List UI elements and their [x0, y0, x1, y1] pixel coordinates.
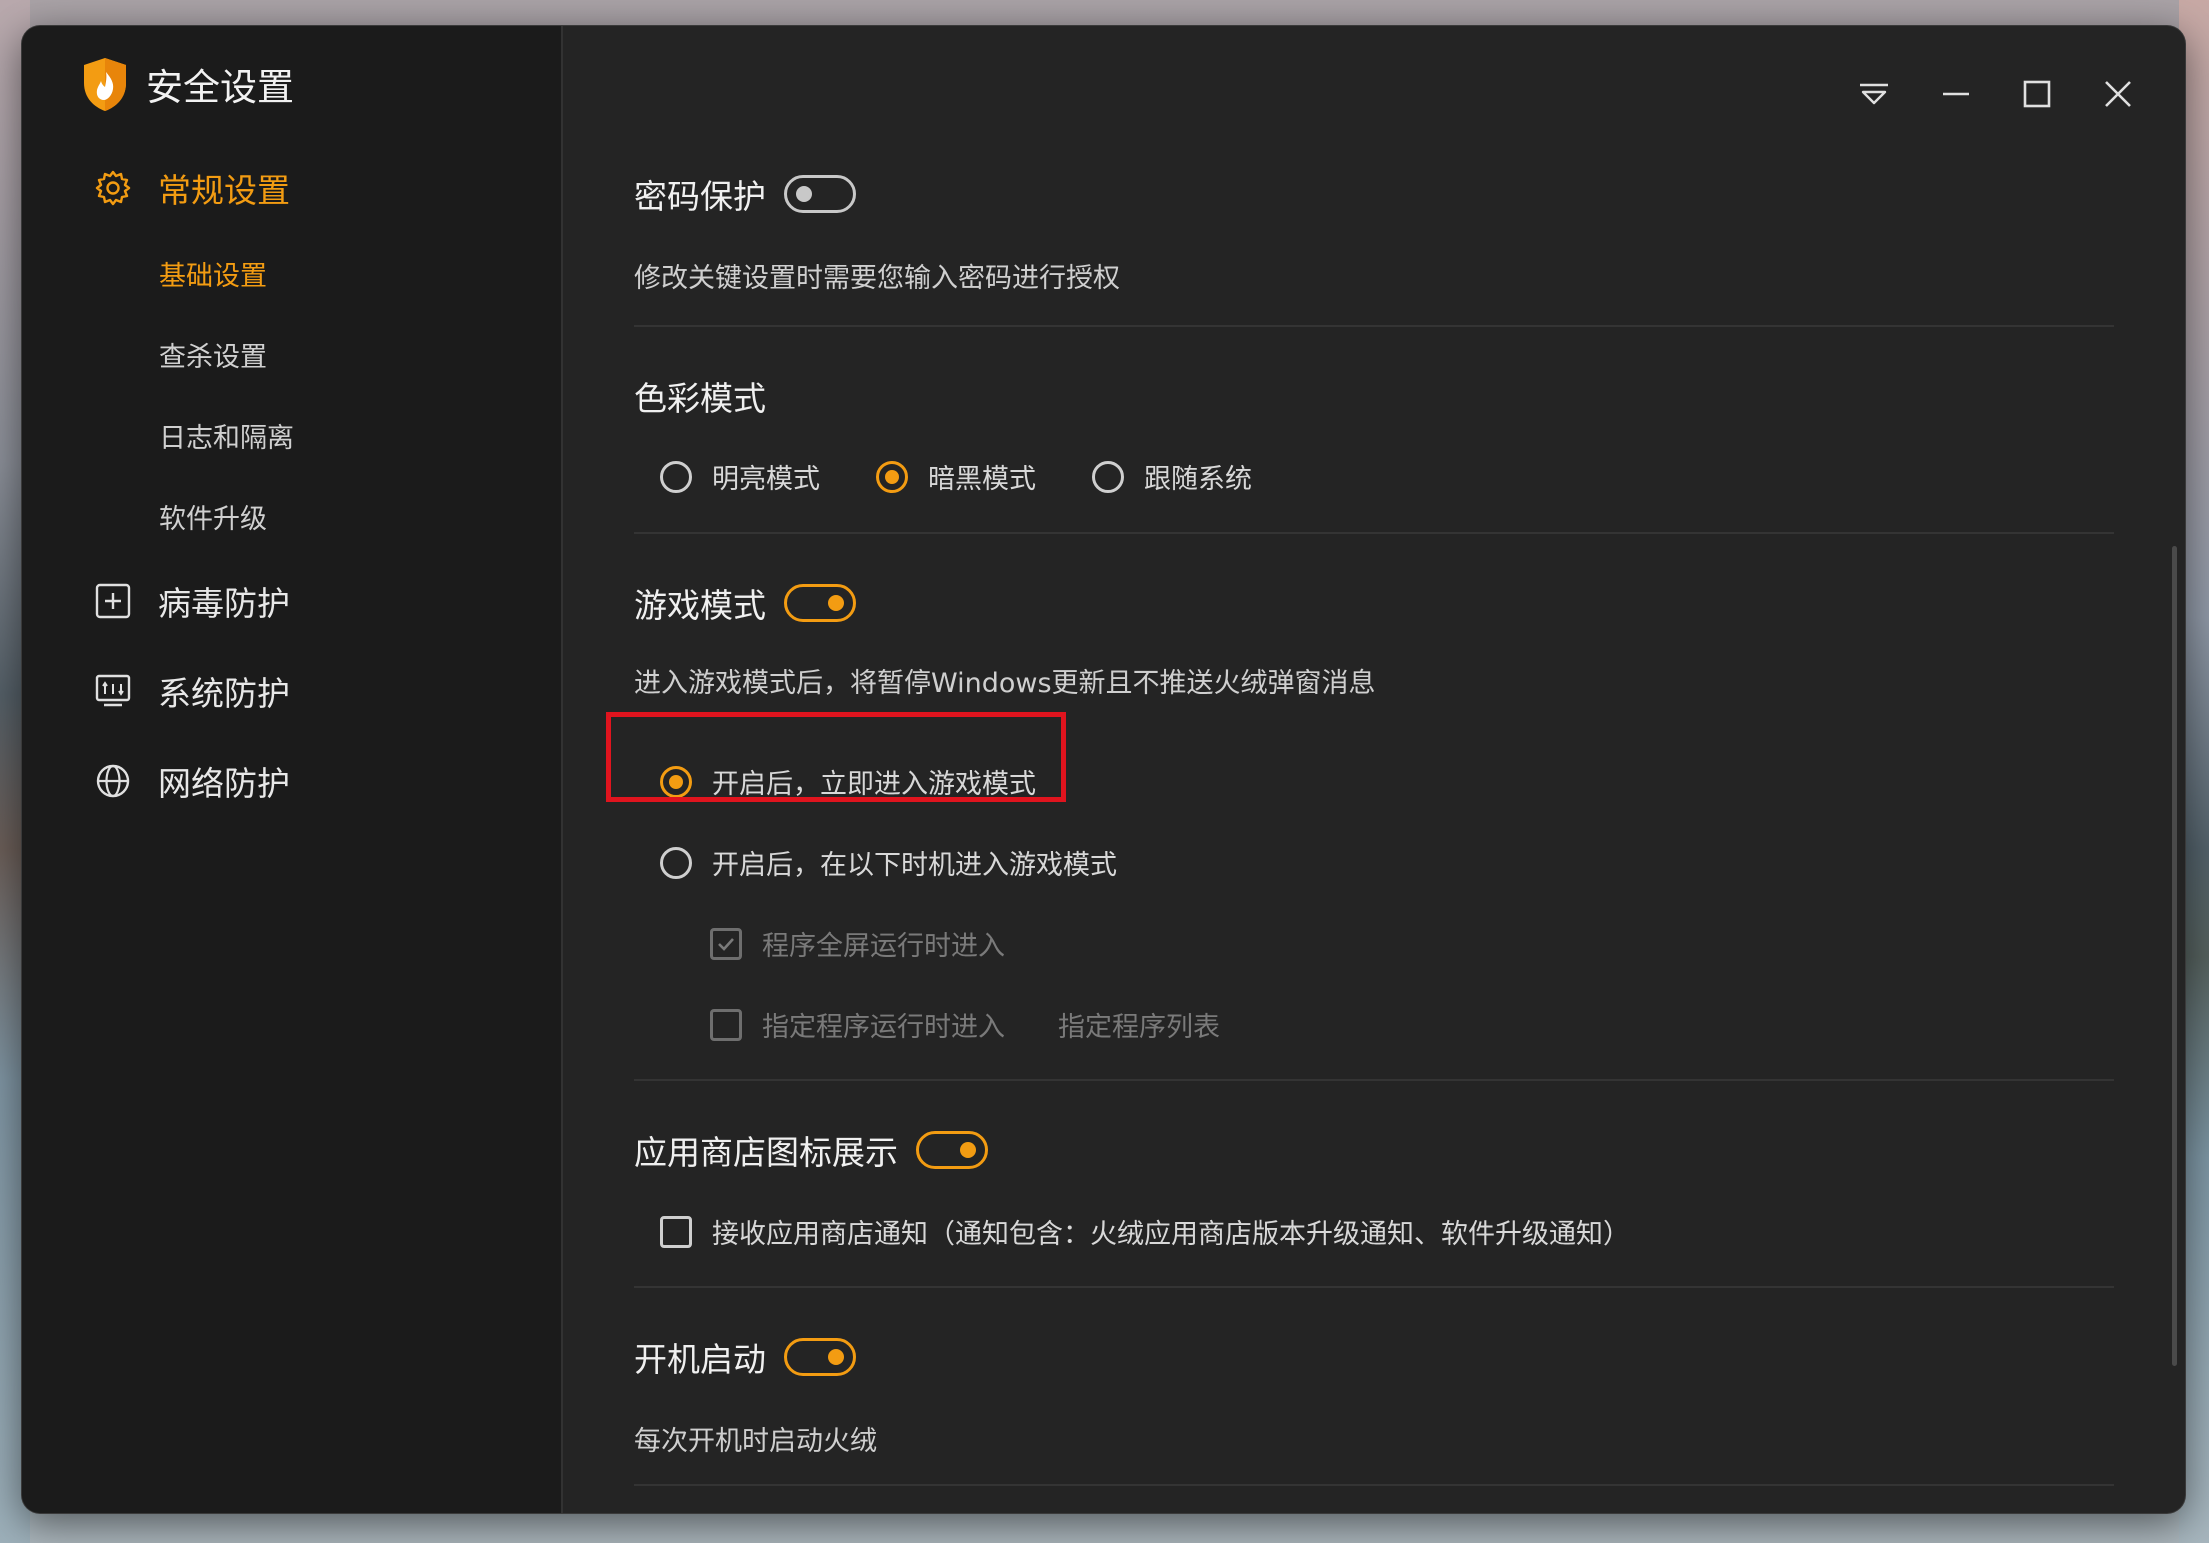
cond-program-label: 指定程序运行时进入: [762, 1012, 1005, 1043]
scrollbar[interactable]: [2172, 546, 2177, 1366]
nav-network-label: 网络防护: [158, 764, 290, 803]
game-mode-toggle[interactable]: [784, 584, 856, 622]
app-title: 安全设置: [146, 66, 294, 109]
divider: [634, 1286, 2114, 1288]
sidebar-item-basic-settings[interactable]: 基础设置: [159, 254, 267, 293]
password-protection-title: 密码保护: [634, 177, 766, 216]
nav-virus-label: 病毒防护: [158, 584, 290, 623]
gear-icon: [92, 167, 134, 209]
divider: [634, 1484, 2114, 1486]
system-monitor-icon: [92, 670, 134, 712]
checkbox-fullscreen[interactable]: [710, 927, 742, 960]
radio-dark[interactable]: [876, 460, 908, 493]
color-mode-title: 色彩模式: [634, 379, 766, 418]
brand: 安全设置: [80, 56, 294, 112]
sidebar-item-logs-quarantine[interactable]: 日志和隔离: [159, 416, 294, 455]
nav-network-protection[interactable]: 网络防护: [92, 757, 290, 805]
game-mode-title: 游戏模式: [634, 586, 766, 625]
app-store-notify-label: 接收应用商店通知（通知包含：火绒应用商店版本升级通知、软件升级通知）: [712, 1219, 1630, 1250]
sidebar: 安全设置 常规设置 基础设置 查杀设置 日志和隔离 软件升级 病毒防护 系统防护: [22, 26, 563, 1513]
cond-fullscreen-label: 程序全屏运行时进入: [762, 931, 1005, 962]
radio-conditional[interactable]: [660, 846, 692, 879]
color-mode-dark-option[interactable]: 暗黑模式: [876, 457, 1036, 496]
color-mode-system-option[interactable]: 跟随系统: [1092, 457, 1252, 496]
startup-toggle[interactable]: [784, 1338, 856, 1376]
game-mode-row: 游戏模式: [634, 579, 856, 627]
color-mode-light-label: 明亮模式: [712, 464, 820, 495]
app-store-notify-option[interactable]: 接收应用商店通知（通知包含：火绒应用商店版本升级通知、软件升级通知）: [660, 1212, 1630, 1251]
flame-shield-icon: [84, 58, 126, 111]
sidebar-item-scan-settings[interactable]: 查杀设置: [159, 335, 267, 374]
startup-title: 开机启动: [634, 1340, 766, 1379]
cond-fullscreen-option[interactable]: 程序全屏运行时进入: [710, 924, 1005, 963]
password-protection-row: 密码保护: [634, 170, 856, 218]
sidebar-item-software-upgrade[interactable]: 软件升级: [159, 497, 267, 536]
radio-system[interactable]: [1092, 460, 1124, 493]
app-store-title: 应用商店图标展示: [634, 1133, 898, 1172]
divider: [634, 532, 2114, 534]
nav-system-protection[interactable]: 系统防护: [92, 667, 290, 715]
radio-light[interactable]: [660, 460, 692, 493]
nav-general-label: 常规设置: [158, 171, 290, 210]
color-mode-system-label: 跟随系统: [1144, 464, 1252, 495]
nav-virus-protection[interactable]: 病毒防护: [92, 577, 290, 625]
highlight-box: [606, 712, 1066, 802]
game-mode-conditional-option[interactable]: 开启后，在以下时机进入游戏模式: [660, 843, 1117, 882]
password-protection-desc: 修改关键设置时需要您输入密码进行授权: [634, 263, 1120, 294]
password-protection-toggle[interactable]: [784, 175, 856, 213]
plus-box-icon: [92, 580, 134, 622]
app-store-toggle[interactable]: [916, 1131, 988, 1169]
checkmark-icon: [718, 937, 734, 951]
program-list-link[interactable]: 指定程序列表: [1058, 1005, 1220, 1044]
divider: [634, 1079, 2114, 1081]
cond-program-option[interactable]: 指定程序运行时进入: [710, 1005, 1005, 1044]
color-mode-light-option[interactable]: 明亮模式: [660, 457, 820, 496]
color-mode-dark-label: 暗黑模式: [928, 464, 1036, 495]
game-mode-desc: 进入游戏模式后，将暂停Windows更新且不推送火绒弹窗消息: [634, 668, 1376, 699]
app-store-row: 应用商店图标展示: [634, 1126, 988, 1174]
nav-system-label: 系统防护: [158, 674, 290, 713]
divider: [634, 325, 2114, 327]
nav-general-settings[interactable]: 常规设置: [92, 164, 290, 212]
settings-window: 安全设置 常规设置 基础设置 查杀设置 日志和隔离 软件升级 病毒防护 系统防护: [22, 26, 2185, 1513]
checkbox-program[interactable]: [710, 1008, 742, 1041]
startup-desc: 每次开机时启动火绒: [634, 1426, 877, 1457]
globe-icon: [92, 760, 134, 802]
startup-row: 开机启动: [634, 1333, 856, 1381]
checkbox-app-store-notify[interactable]: [660, 1215, 692, 1248]
game-mode-conditional-label: 开启后，在以下时机进入游戏模式: [712, 850, 1117, 881]
